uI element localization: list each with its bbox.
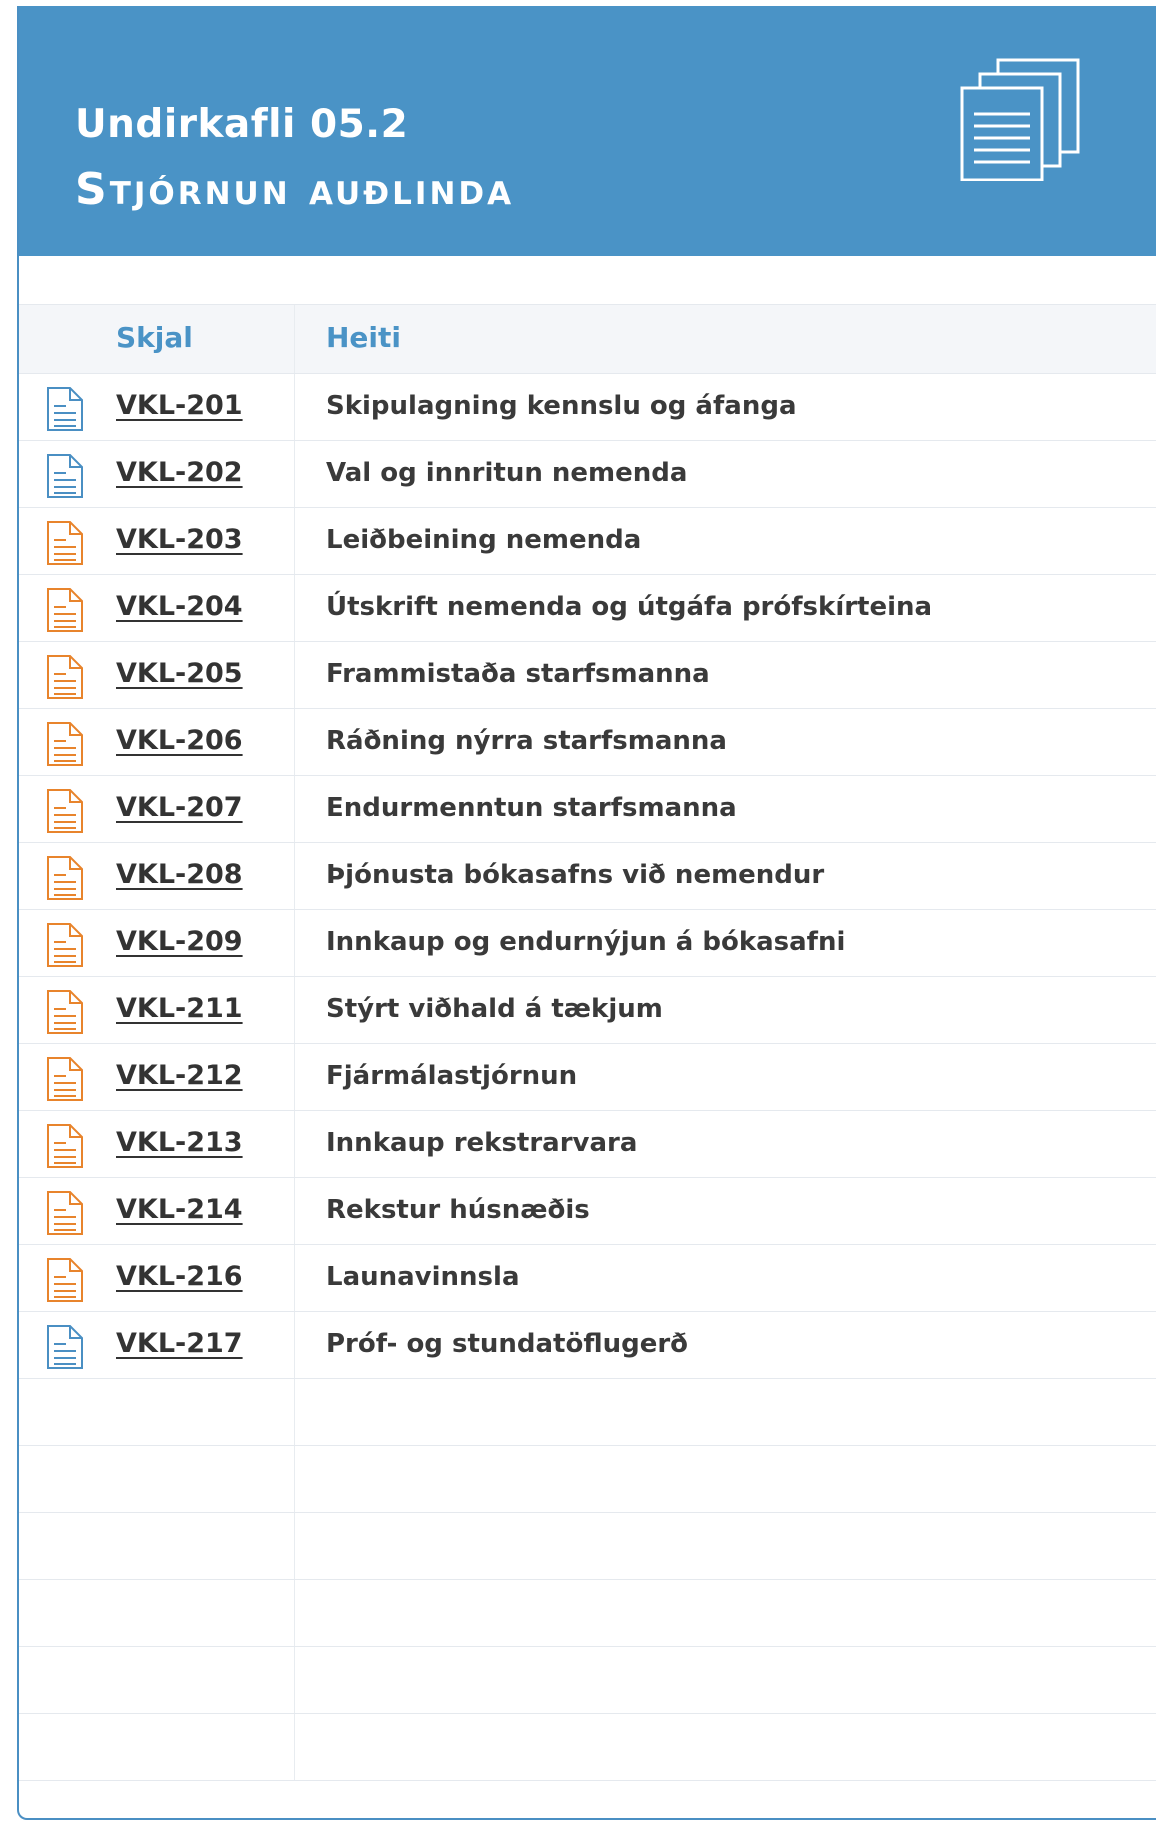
- section-subtitle: Undirkafli 05.2: [75, 102, 409, 147]
- column-divider: [294, 1379, 295, 1445]
- document-title: Launavinnsla: [326, 1262, 520, 1292]
- table-row: VKL-208 Þjónusta bókasafns við nemendur: [19, 843, 1156, 910]
- document-file-icon: [47, 1191, 83, 1235]
- document-title: Stýrt viðhald á tækjum: [326, 994, 663, 1024]
- column-divider: [294, 843, 295, 909]
- table-row: VKL-214 Rekstur húsnæðis: [19, 1178, 1156, 1245]
- column-divider: [294, 776, 295, 842]
- document-title: Ráðning nýrra starfsmanna: [326, 726, 727, 756]
- column-divider: [294, 305, 295, 373]
- document-link[interactable]: VKL-212: [116, 1060, 243, 1091]
- empty-table-row: [19, 1647, 1156, 1714]
- document-title: Rekstur húsnæðis: [326, 1195, 590, 1225]
- table-row: VKL-206 Ráðning nýrra starfsmanna: [19, 709, 1156, 776]
- document-title: Þjónusta bókasafns við nemendur: [326, 860, 825, 890]
- document-title: Útskrift nemenda og útgáfa prófskírteina: [326, 592, 933, 622]
- column-header-skjal: Skjal: [116, 321, 193, 354]
- column-divider: [294, 1178, 295, 1244]
- column-divider: [294, 1312, 295, 1378]
- column-divider: [294, 910, 295, 976]
- document-title: Innkaup rekstrarvara: [326, 1128, 638, 1158]
- column-divider: [294, 1044, 295, 1110]
- table-row: VKL-203 Leiðbeining nemenda: [19, 508, 1156, 575]
- table-row: VKL-204 Útskrift nemenda og útgáfa prófsk…: [19, 575, 1156, 642]
- document-file-icon: [47, 454, 83, 498]
- table-row: VKL-209 Innkaup og endurnýjun á bókasafni: [19, 910, 1156, 977]
- document-link[interactable]: VKL-211: [116, 993, 243, 1024]
- column-divider: [294, 374, 295, 440]
- column-divider: [294, 1647, 295, 1713]
- column-divider: [294, 1714, 295, 1780]
- column-header-heiti: Heiti: [326, 321, 402, 354]
- document-file-icon: [47, 789, 83, 833]
- empty-table-row: [19, 1379, 1156, 1446]
- document-link[interactable]: VKL-208: [116, 859, 243, 890]
- document-title: Skipulagning kennslu og áfanga: [326, 391, 797, 421]
- document-file-icon: [47, 856, 83, 900]
- table-row: VKL-201 Skipulagning kennslu og áfanga: [19, 374, 1156, 441]
- table-row: VKL-207 Endurmenntun starfsmanna: [19, 776, 1156, 843]
- column-divider: [294, 1446, 295, 1512]
- documents-stack-icon: [960, 58, 1080, 181]
- document-link[interactable]: VKL-216: [116, 1261, 243, 1292]
- document-title: Innkaup og endurnýjun á bókasafni: [326, 927, 846, 957]
- column-divider: [294, 977, 295, 1043]
- document-link[interactable]: VKL-214: [116, 1194, 243, 1225]
- document-title: Val og innritun nemenda: [326, 458, 688, 488]
- table-row: VKL-213 Innkaup rekstrarvara: [19, 1111, 1156, 1178]
- document-title: Frammistaða starfsmanna: [326, 659, 710, 689]
- table-header-row: Skjal Heiti: [19, 304, 1156, 374]
- document-link[interactable]: VKL-217: [116, 1328, 243, 1359]
- document-link[interactable]: VKL-213: [116, 1127, 243, 1158]
- document-title: Endurmenntun starfsmanna: [326, 793, 737, 823]
- document-link[interactable]: VKL-209: [116, 926, 243, 957]
- table-row: VKL-217 Próf- og stundatöflugerð: [19, 1312, 1156, 1379]
- document-title: Leiðbeining nemenda: [326, 525, 642, 555]
- document-title: Fjármálastjórnun: [326, 1061, 578, 1091]
- empty-table-row: [19, 1446, 1156, 1513]
- column-divider: [294, 642, 295, 708]
- section-header: Undirkafli 05.2 Stjórnun auðlinda: [19, 6, 1156, 256]
- table-body: VKL-201 Skipulagning kennslu og áfanga VKL…: [19, 374, 1156, 1781]
- document-panel: Undirkafli 05.2 Stjórnun auðlinda Skjal …: [17, 6, 1156, 1820]
- document-title: Próf- og stundatöflugerð: [326, 1329, 689, 1359]
- document-link[interactable]: VKL-207: [116, 792, 243, 823]
- column-divider: [294, 441, 295, 507]
- document-link[interactable]: VKL-201: [116, 390, 243, 421]
- document-link[interactable]: VKL-202: [116, 457, 243, 488]
- column-divider: [294, 1513, 295, 1579]
- document-link[interactable]: VKL-203: [116, 524, 243, 555]
- document-file-icon: [47, 588, 83, 632]
- document-file-icon: [47, 655, 83, 699]
- column-divider: [294, 508, 295, 574]
- column-divider: [294, 1111, 295, 1177]
- table-row: VKL-202 Val og innritun nemenda: [19, 441, 1156, 508]
- table-row: VKL-216 Launavinnsla: [19, 1245, 1156, 1312]
- table-row: VKL-211 Stýrt viðhald á tækjum: [19, 977, 1156, 1044]
- document-file-icon: [47, 990, 83, 1034]
- document-file-icon: [47, 387, 83, 431]
- section-title: Stjórnun auðlinda: [75, 164, 515, 215]
- documents-table: Skjal Heiti VKL-201 Skipulagning kennslu …: [19, 304, 1156, 1781]
- column-divider: [294, 1580, 295, 1646]
- empty-table-row: [19, 1714, 1156, 1781]
- document-file-icon: [47, 1325, 83, 1369]
- document-link[interactable]: VKL-206: [116, 725, 243, 756]
- document-file-icon: [47, 1124, 83, 1168]
- table-row: VKL-205 Frammistaða starfsmanna: [19, 642, 1156, 709]
- empty-table-row: [19, 1513, 1156, 1580]
- column-divider: [294, 575, 295, 641]
- document-file-icon: [47, 722, 83, 766]
- document-file-icon: [47, 923, 83, 967]
- document-file-icon: [47, 1258, 83, 1302]
- document-link[interactable]: VKL-204: [116, 591, 243, 622]
- column-divider: [294, 1245, 295, 1311]
- document-file-icon: [47, 521, 83, 565]
- document-file-icon: [47, 1057, 83, 1101]
- document-link[interactable]: VKL-205: [116, 658, 243, 689]
- empty-table-row: [19, 1580, 1156, 1647]
- column-divider: [294, 709, 295, 775]
- table-row: VKL-212 Fjármálastjórnun: [19, 1044, 1156, 1111]
